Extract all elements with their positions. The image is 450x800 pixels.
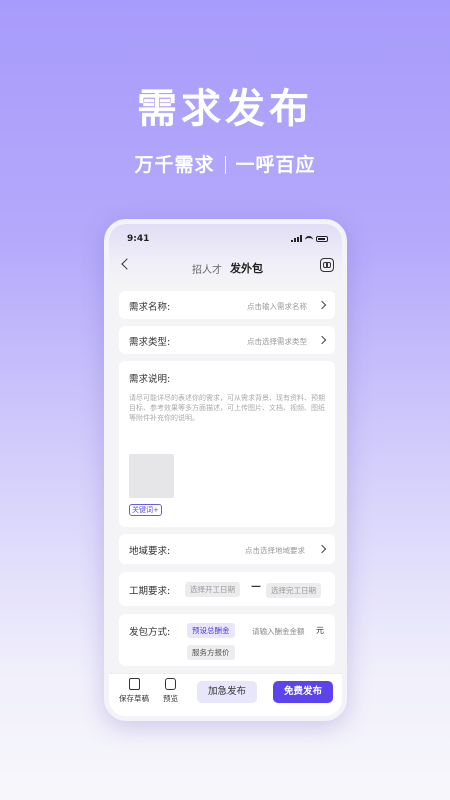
preview-icon (165, 678, 176, 690)
hero-sub-left: 万千需求 (134, 154, 215, 176)
region-row[interactable]: 地域要求: 点击选择地域要求 (119, 534, 335, 564)
status-time: 9:41 (127, 234, 150, 244)
payment-label: 发包方式: (129, 627, 171, 638)
type-label: 需求类型: (129, 337, 171, 348)
signal-icon (291, 235, 302, 242)
status-bar: 9:41 (127, 234, 328, 244)
nav-bar: 招人才 发外包 (109, 258, 342, 276)
preview-button[interactable]: 预览 (163, 678, 178, 704)
hero-subtitle: 万千需求 一呼百应 (0, 150, 450, 177)
fee-unit: 元 (316, 626, 324, 635)
region-label: 地域要求: (129, 546, 171, 557)
start-date-picker[interactable]: 选择开工日期 (185, 582, 240, 597)
back-icon[interactable] (121, 258, 133, 270)
fee-amount-input[interactable]: 请输入酬金金额 (252, 626, 305, 637)
upload-placeholder[interactable] (129, 454, 174, 498)
urgent-publish-button[interactable]: 加急发布 (197, 681, 257, 703)
description-label: 需求说明: (129, 374, 171, 385)
app-screen: 9:41 招人才 发外包 需求名称: 点击输入需求名称 需求类型: 点击选择需求… (109, 224, 342, 716)
type-select[interactable]: 点击选择需求类型 (247, 336, 307, 347)
chevron-right-icon (317, 335, 327, 345)
name-input[interactable]: 点击输入需求名称 (247, 301, 307, 312)
period-dash: — (251, 581, 261, 592)
save-draft-button[interactable]: 保存草稿 (119, 678, 149, 704)
save-draft-label: 保存草稿 (119, 694, 149, 703)
chevron-right-icon (317, 544, 327, 554)
preview-label: 预览 (163, 694, 178, 703)
region-select[interactable]: 点击选择地域要求 (245, 545, 305, 556)
hero-sub-right: 一呼百应 (235, 154, 316, 176)
free-publish-button[interactable]: 免费发布 (273, 681, 333, 703)
period-row: 工期要求: 选择开工日期 — 选择完工日期 (119, 572, 335, 606)
keyword-add-button[interactable]: 关键词+ (129, 504, 162, 516)
payment-card: 发包方式: 预设总酬金 请输入酬金金额 元 服务方报价 (119, 614, 335, 666)
battery-icon (316, 235, 328, 242)
end-date-picker[interactable]: 选择完工日期 (266, 583, 321, 598)
tab-recruit[interactable]: 招人才 (192, 261, 222, 276)
description-card: 需求说明: 请尽可能详尽的表述你的需求，可从需求背景、现有资料、预期目标、参考效… (119, 361, 335, 527)
wifi-icon (305, 235, 313, 242)
draft-icon (128, 678, 140, 690)
status-icons (291, 235, 328, 242)
bottom-action-bar: 保存草稿 预览 加急发布 免费发布 (109, 673, 342, 716)
tab-outsource[interactable]: 发外包 (230, 260, 263, 276)
phone-frame: 9:41 招人才 发外包 需求名称: 点击输入需求名称 需求类型: 点击选择需求… (104, 219, 347, 721)
hero-title: 需求发布 (137, 86, 313, 132)
name-row[interactable]: 需求名称: 点击输入需求名称 (119, 291, 335, 319)
provider-quote-option[interactable]: 服务方报价 (187, 645, 235, 660)
description-textarea[interactable]: 请尽可能详尽的表述你的需求，可从需求背景、现有资料、预期目标、参考效果等多方面描… (129, 393, 325, 423)
preset-fee-option[interactable]: 预设总酬金 (187, 623, 235, 638)
period-label: 工期要求: (129, 586, 171, 597)
type-row[interactable]: 需求类型: 点击选择需求类型 (119, 326, 335, 354)
hero-sub-divider (224, 156, 226, 174)
name-label: 需求名称: (129, 302, 171, 313)
help-icon[interactable] (320, 258, 334, 272)
chevron-right-icon (317, 300, 327, 310)
